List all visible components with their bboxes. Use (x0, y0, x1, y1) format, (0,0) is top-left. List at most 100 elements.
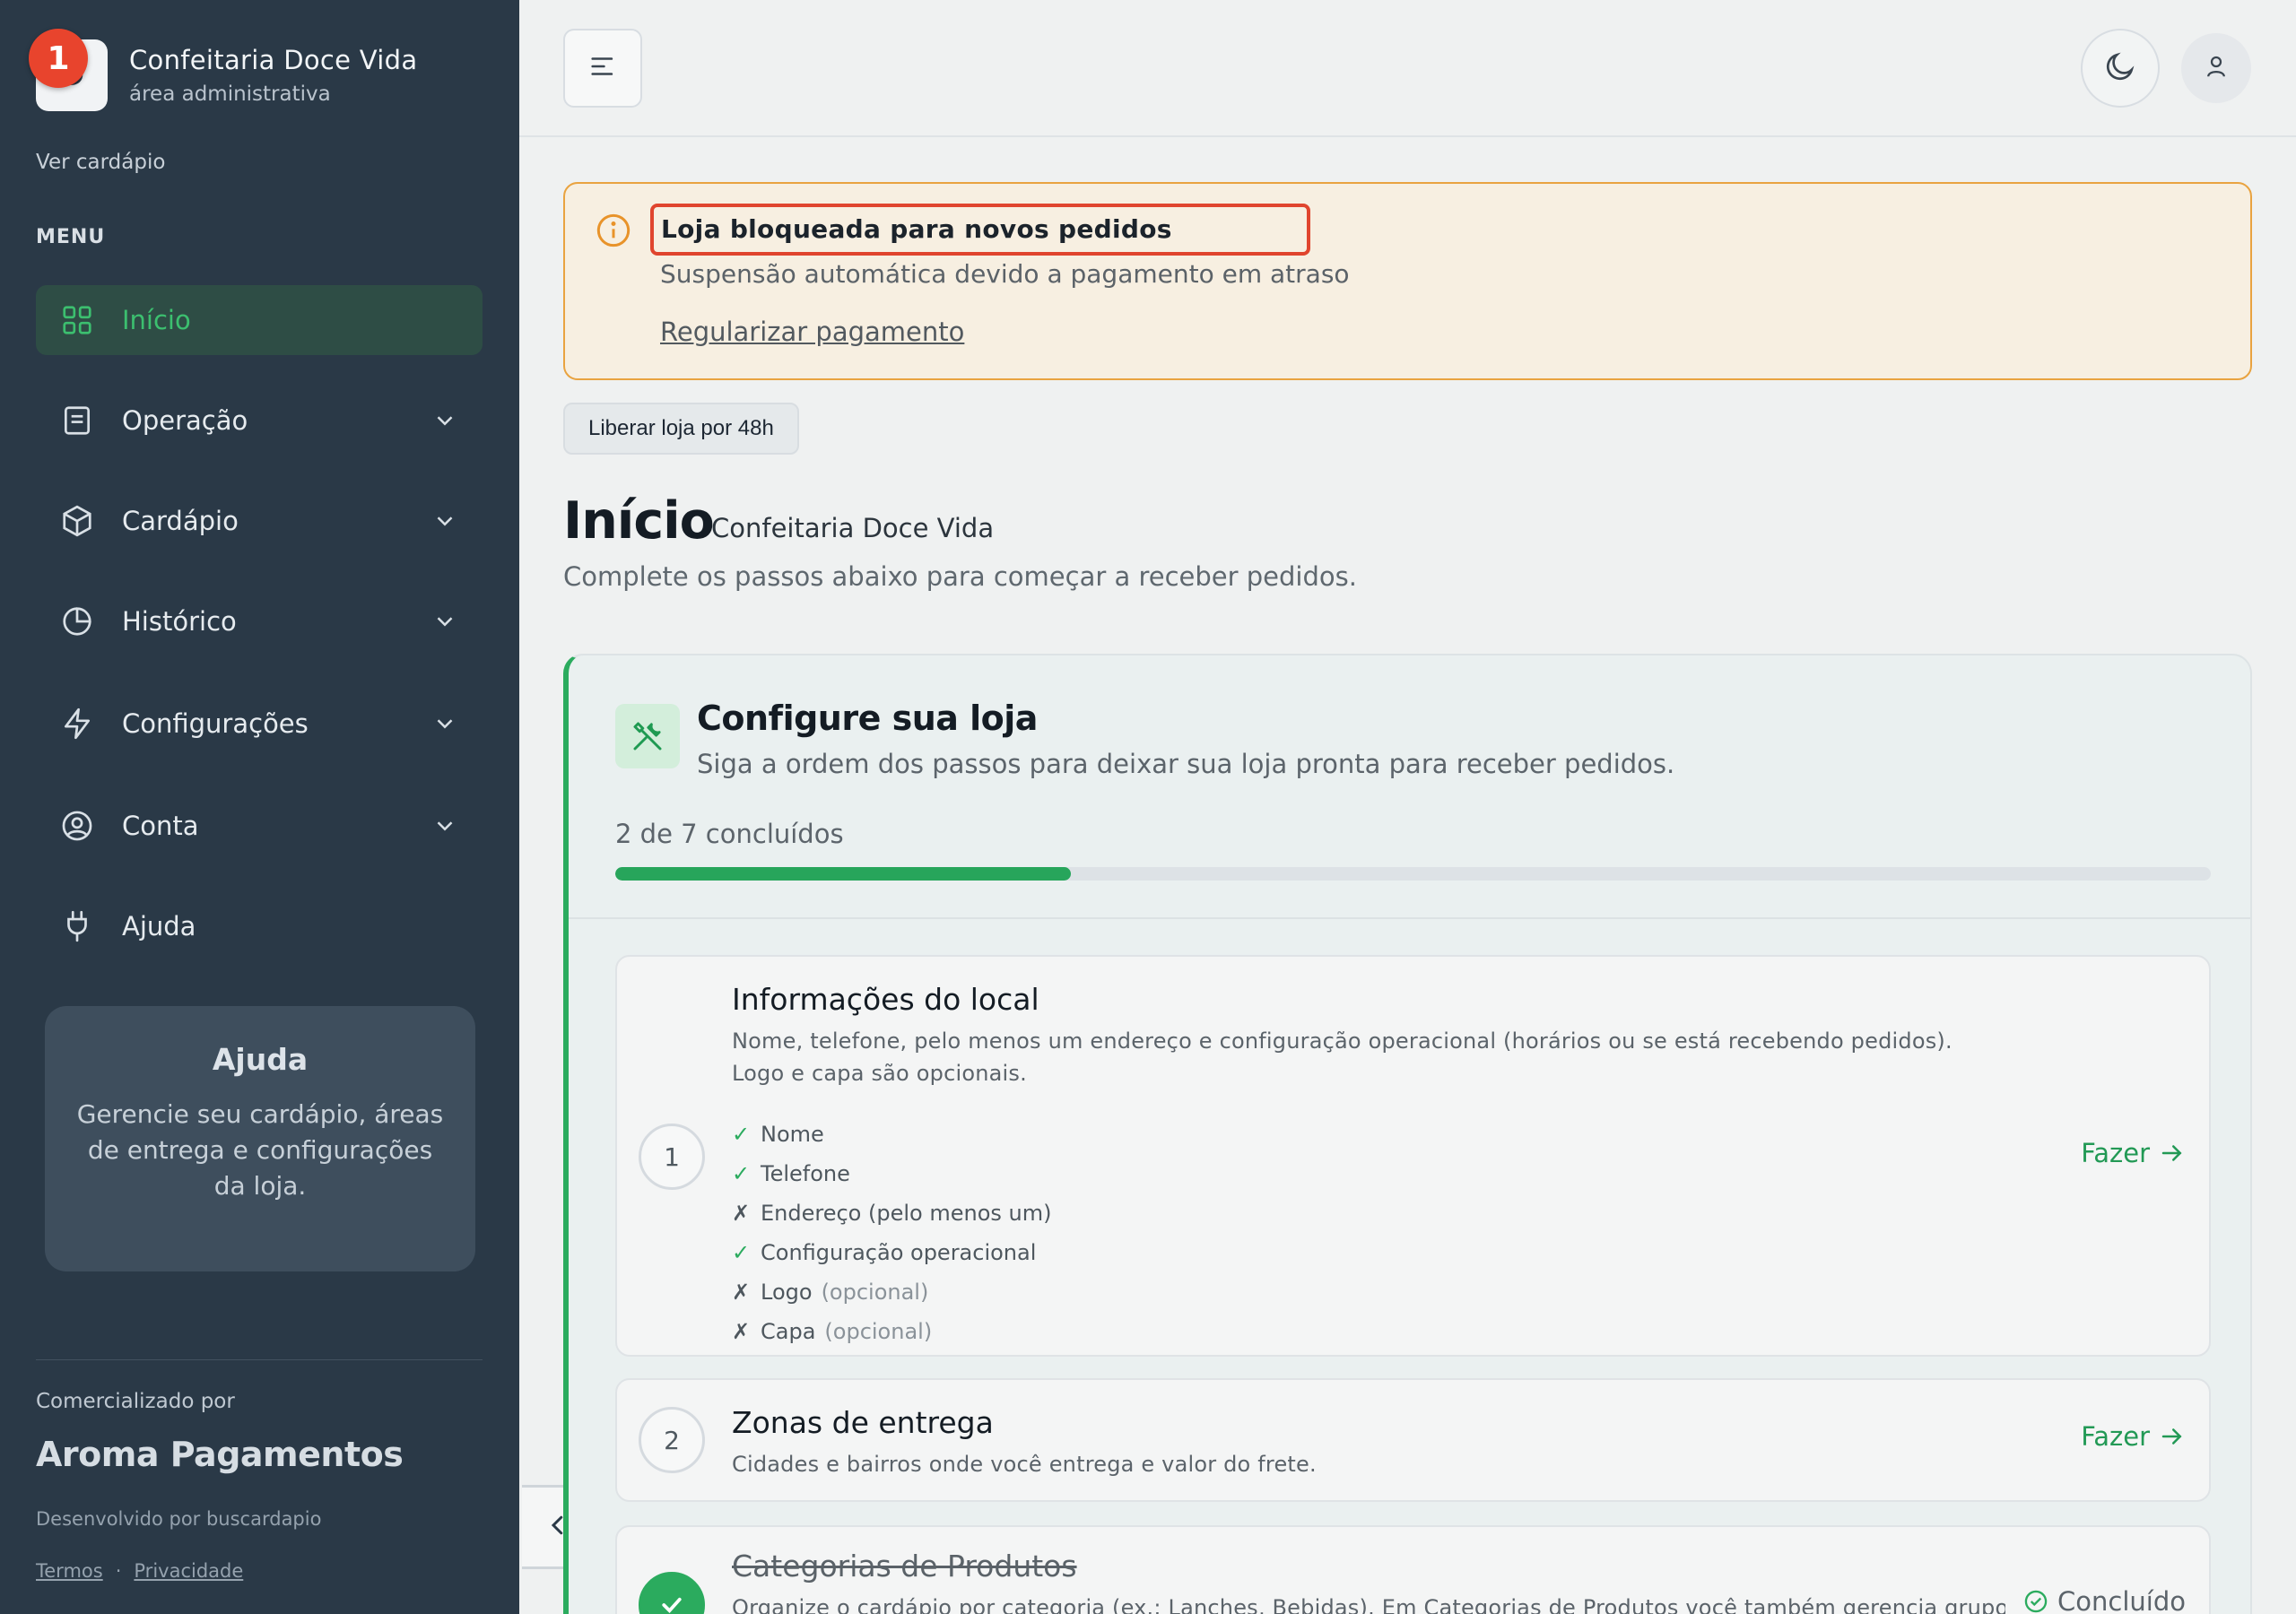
moon-icon (2103, 49, 2137, 87)
user-menu-button[interactable] (2181, 33, 2251, 103)
legal-links: Termos · Privacidade (36, 1560, 243, 1582)
checklist-item: ✓ Configuração operacional (732, 1233, 1051, 1272)
pay-overdue-link[interactable]: Regularizar pagamento (660, 317, 964, 347)
legal-separator: · (115, 1560, 122, 1582)
progress-bar (615, 867, 2211, 881)
step-do-button[interactable]: Fazer (2081, 1421, 2186, 1452)
user-circle-icon (59, 808, 95, 844)
developed-by-label: Desenvolvido por buscardapio (36, 1508, 322, 1530)
step-status: Concluído (2023, 1586, 2186, 1614)
view-menu-link[interactable]: Ver cardápio (36, 151, 165, 174)
page-description: Complete os passos abaixo para começar a… (563, 561, 1357, 592)
step-number: 1 (639, 1124, 705, 1190)
arrow-right-icon (2159, 1140, 2186, 1167)
document-icon (59, 403, 95, 438)
menu-section-title: MENU (36, 226, 106, 248)
sidebar-item-ajuda[interactable]: Ajuda (36, 891, 483, 961)
sidebar-item-label: Cardápio (122, 506, 239, 536)
brand[interactable]: D Confeitaria Doce Vida área administrat… (36, 39, 417, 111)
step-card-categorias-produtos: Categorias de Produtos Organize o cardáp… (615, 1525, 2211, 1614)
sidebar-item-label: Configurações (122, 708, 309, 739)
sidebar-item-cardapio[interactable]: Cardápio (36, 486, 483, 556)
help-card: Ajuda Gerencie seu cardápio, áreas de en… (45, 1006, 475, 1271)
info-icon (596, 213, 631, 248)
checklist-item: ✗ Capa (opcional) (732, 1312, 1051, 1351)
step-title: Zonas de entrega (732, 1405, 994, 1440)
checklist-label: Telefone (761, 1161, 850, 1186)
step-action-label: Fazer (2081, 1138, 2150, 1168)
step-card-zonas-entrega: 2 Zonas de entrega Cidades e bairros ond… (615, 1378, 2211, 1502)
step-card-informacoes-local: 1 Informações do local Nome, telefone, p… (615, 955, 2211, 1357)
step-title: Informações do local (732, 982, 1039, 1017)
step-title: Categorias de Produtos (732, 1549, 1077, 1584)
chevron-down-icon (427, 603, 463, 639)
pie-chart-icon (59, 603, 95, 639)
step-description: Nome, telefone, pelo menos um endereço e… (732, 1028, 1952, 1086)
setup-card: Configure sua loja Siga a ordem dos pass… (563, 654, 2252, 1614)
tools-icon (615, 704, 680, 768)
theme-toggle-button[interactable] (2081, 29, 2160, 108)
lightning-icon (59, 706, 95, 742)
checklist-label: Logo (761, 1280, 813, 1305)
menu-toggle-button[interactable] (563, 29, 642, 108)
check-mark: ✓ (732, 1240, 751, 1265)
chevron-down-icon (427, 403, 463, 438)
step-description: Organize o cardápio por categoria (ex.: … (732, 1595, 2005, 1614)
brand-name: Confeitaria Doce Vida (129, 45, 418, 75)
sold-by-label: Comercializado por (36, 1390, 235, 1413)
grid-icon (59, 302, 95, 338)
top-bar (519, 0, 2296, 137)
progress-text: 2 de 7 concluídos (615, 819, 844, 849)
step-action-label: Fazer (2081, 1421, 2150, 1452)
step-marker-badge: 1 (29, 29, 88, 88)
chevron-down-icon (427, 706, 463, 742)
menu-lines-icon (587, 51, 618, 85)
release-store-48h-button[interactable]: Liberar loja por 48h (563, 403, 799, 455)
check-circle-icon (2023, 1589, 2048, 1614)
sidebar-item-conta[interactable]: Conta (36, 791, 483, 861)
sidebar-item-label: Início (122, 305, 191, 335)
terms-link[interactable]: Termos (36, 1560, 103, 1582)
alert-title: Loja bloqueada para novos pedidos (650, 204, 1310, 256)
checklist-label: Nome (761, 1122, 824, 1147)
chevron-down-icon (427, 808, 463, 844)
checklist-item: ✗ Endereço (pelo menos um) (732, 1193, 1051, 1233)
sidebar: D Confeitaria Doce Vida área administrat… (0, 0, 519, 1614)
optional-tag: (opcional) (824, 1319, 933, 1344)
sidebar-item-label: Conta (122, 811, 199, 841)
sidebar-item-label: Operação (122, 405, 248, 436)
help-card-title: Ajuda (212, 1042, 309, 1077)
sidebar-item-label: Ajuda (122, 911, 196, 941)
checklist-label: Configuração operacional (761, 1240, 1037, 1265)
step-status-label: Concluído (2057, 1586, 2186, 1614)
check-mark: ✓ (732, 1122, 751, 1147)
page-title: Início (563, 491, 715, 551)
privacy-link[interactable]: Privacidade (134, 1560, 243, 1582)
cross-mark: ✗ (732, 1319, 751, 1344)
company-name: Aroma Pagamentos (36, 1435, 404, 1474)
cross-mark: ✗ (732, 1280, 751, 1305)
sidebar-item-historico[interactable]: Histórico (36, 586, 483, 656)
user-icon (2203, 53, 2230, 83)
sidebar-item-operacao[interactable]: Operação (36, 386, 483, 456)
cross-mark: ✗ (732, 1201, 751, 1226)
alert-description: Suspensão automática devido a pagamento … (660, 259, 1350, 289)
checklist-label: Endereço (pelo menos um) (761, 1201, 1052, 1226)
sidebar-item-label: Histórico (122, 606, 237, 637)
optional-tag: (opcional) (821, 1280, 929, 1305)
sidebar-item-configuracoes[interactable]: Configurações (36, 689, 483, 759)
step-do-button[interactable]: Fazer (2081, 1138, 2186, 1168)
step-description: Cidades e bairros onde você entrega e va… (732, 1452, 1317, 1477)
check-mark: ✓ (732, 1161, 751, 1186)
page-store-name: Confeitaria Doce Vida (711, 513, 995, 543)
step-done-check-icon (639, 1572, 705, 1614)
step-checklist: ✓ Nome ✓ Telefone ✗ Endereço (pelo menos um… (732, 1115, 1051, 1351)
checklist-item: ✓ Telefone (732, 1154, 1051, 1193)
arrow-right-icon (2159, 1423, 2186, 1450)
sidebar-item-inicio[interactable]: Início (36, 285, 483, 355)
setup-title: Configure sua loja (697, 699, 1038, 738)
setup-divider (569, 917, 2250, 919)
chevron-down-icon (427, 503, 463, 539)
store-blocked-alert: Loja bloqueada para novos pedidos Suspen… (563, 182, 2252, 380)
plug-icon (59, 908, 95, 944)
